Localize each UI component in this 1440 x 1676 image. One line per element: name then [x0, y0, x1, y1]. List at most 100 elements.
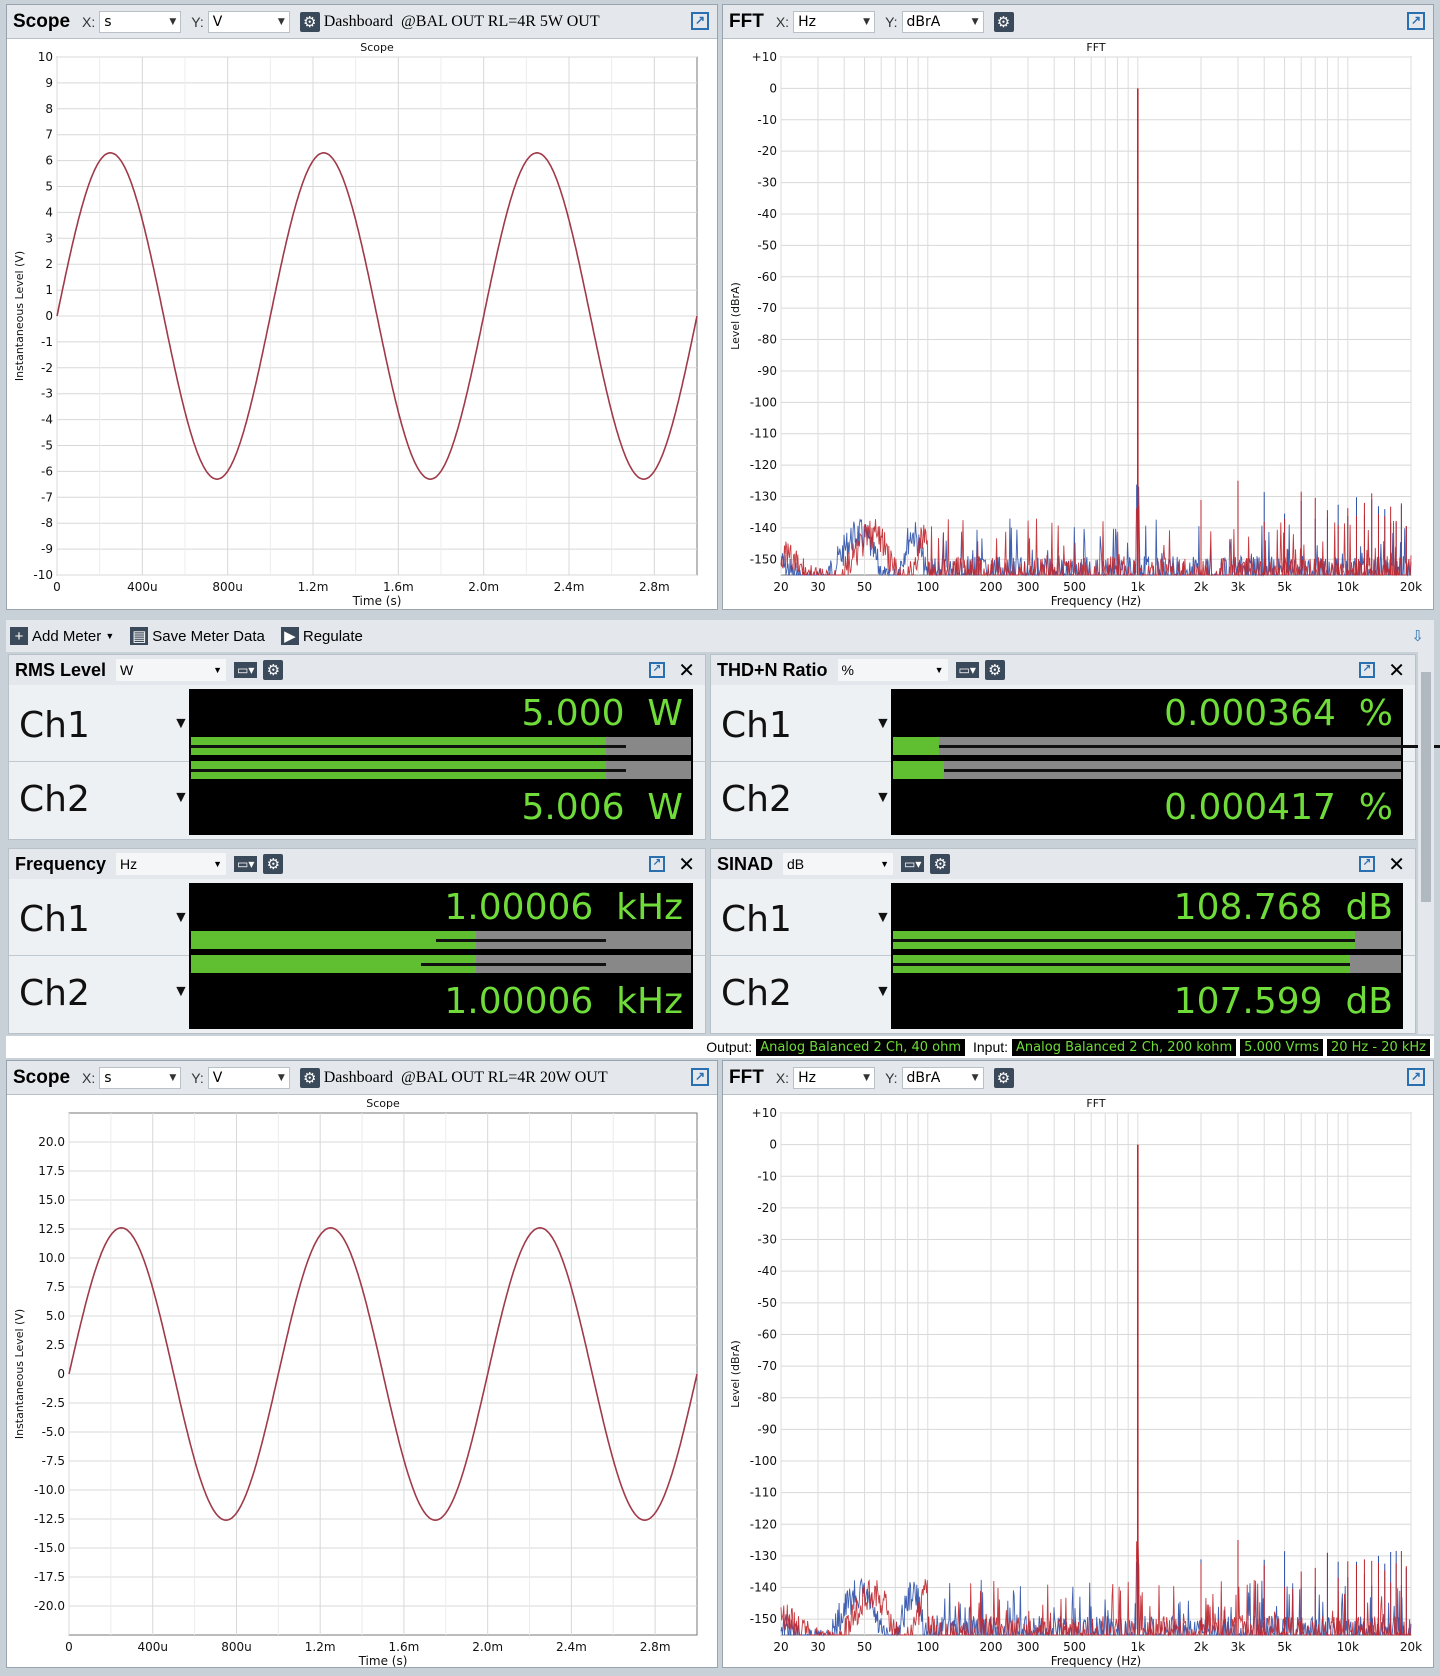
x-unit-select[interactable]: s ▼ [99, 10, 182, 33]
chevron-down-icon[interactable]: ▼ [173, 715, 189, 733]
x-tick-label: 200 [980, 1640, 1003, 1654]
x-tick-label: 20k [1400, 1640, 1422, 1654]
sinad-display: 108.768 dB 107.599 dB [891, 883, 1403, 1029]
x-tick-label: 5k [1277, 1640, 1292, 1654]
chevron-down-icon[interactable]: ▼ [173, 909, 189, 927]
y-unit-select[interactable]: dBrA ▼ [901, 1066, 984, 1089]
popout-icon[interactable]: ↗ [1407, 1068, 1425, 1086]
popout-icon[interactable]: ↗ [691, 12, 709, 30]
gear-icon[interactable]: ⚙ [984, 660, 1005, 680]
gear-icon[interactable]: ⚙ [263, 660, 284, 680]
x-tick-label: 30 [810, 1640, 825, 1654]
chevron-down-icon[interactable]: ▼ [875, 715, 891, 733]
y-tick-label: 4 [45, 205, 53, 219]
y-tick-label: 10.0 [38, 1251, 65, 1265]
chevron-down-icon[interactable]: ▼ [875, 983, 891, 1001]
y-unit-select[interactable]: V ▼ [207, 10, 290, 33]
ch2-label: Ch2 [721, 973, 792, 1014]
popout-icon[interactable]: ↗ [649, 662, 665, 678]
close-icon[interactable]: ✕ [1388, 852, 1405, 877]
graph-icon[interactable]: ▭▾ [234, 662, 258, 678]
graph-icon[interactable]: ▭▾ [234, 856, 258, 872]
chevron-down-icon: ▼ [277, 16, 285, 27]
y-tick-label: 0 [769, 1138, 777, 1152]
y-unit-select[interactable]: V ▼ [207, 1066, 290, 1089]
bar-marker [436, 939, 606, 942]
gear-icon[interactable]: ⚙ [993, 11, 1014, 32]
y-tick-label: -110 [750, 1486, 777, 1500]
unit-select[interactable]: % ▼ [837, 659, 948, 681]
plus-icon: + [10, 627, 28, 645]
chevron-down-icon[interactable]: ▼ [875, 909, 891, 927]
dashboard-label[interactable]: Dashboard [324, 13, 393, 31]
regulate-button[interactable]: ▶ Regulate [280, 627, 363, 645]
add-meter-button[interactable]: + Add Meter ▼ [10, 627, 114, 645]
y-tick-label: -2 [41, 361, 53, 375]
y-tick-label: -1 [41, 335, 53, 349]
ch2-value-text: 1.00006 [444, 981, 594, 1022]
x-tick-label: 20 [773, 1640, 788, 1654]
x-unit-value: s [104, 13, 112, 30]
y-unit-select[interactable]: dBrA ▼ [901, 10, 984, 33]
thd-display: 0.000364 % 0.000417 % [891, 689, 1440, 835]
x-tick-label: 50 [857, 1640, 872, 1654]
gear-icon[interactable]: ⚙ [299, 11, 320, 32]
scope-plot: 20.0 17.5 15.0 12.5 10.0 7.5 5.0 2.5 0 -2.5 -5.0 -7… [13, 1097, 698, 1668]
unit-select[interactable]: dB ▼ [783, 853, 894, 875]
bandwidth-value[interactable]: 20 Hz - 20 kHz [1326, 1038, 1430, 1056]
caption-text: @BAL OUT RL=4R 5W OUT [401, 12, 600, 30]
plot-area [780, 56, 1412, 576]
x-tick-label: 1k [1130, 1640, 1145, 1654]
output-value[interactable]: Analog Balanced 2 Ch, 40 ohm [756, 1038, 965, 1056]
graph-icon[interactable]: ▭▾ [955, 662, 979, 678]
meters-scrollbar[interactable] [1418, 652, 1434, 1034]
chevron-down-icon[interactable]: ▼ [875, 789, 891, 807]
x-tick-label: 0 [53, 580, 61, 594]
x-unit-select[interactable]: Hz ▼ [793, 10, 876, 33]
scrollbar-thumb[interactable] [1421, 672, 1431, 902]
unit-select[interactable]: W ▼ [116, 659, 227, 681]
unit-select[interactable]: Hz ▼ [116, 853, 227, 875]
popout-icon[interactable]: ↗ [649, 856, 665, 872]
x-tick-label: 1.6m [383, 580, 414, 594]
ch2-unit: % [1358, 787, 1393, 828]
gear-icon[interactable]: ⚙ [299, 1067, 320, 1088]
ch2-value: 5.006 W [521, 787, 683, 828]
x-tick-label: 1.6m [389, 1640, 420, 1654]
x-tick-label: 1.2m [305, 1640, 336, 1654]
y-axis-label: Y: [885, 13, 898, 30]
x-unit-select[interactable]: Hz ▼ [793, 1066, 876, 1089]
popout-icon[interactable]: ↗ [691, 1068, 709, 1086]
y-tick-label: -90 [757, 1422, 777, 1436]
level-value[interactable]: 5.000 Vrms [1240, 1038, 1323, 1056]
gear-icon[interactable]: ⚙ [993, 1067, 1014, 1088]
y-tick-label: 20.0 [38, 1135, 65, 1149]
close-icon[interactable]: ✕ [678, 658, 695, 683]
popout-icon[interactable]: ↗ [1407, 12, 1425, 30]
x-unit-select[interactable]: s ▼ [99, 1066, 182, 1089]
x-tick-label: 400u [127, 580, 158, 594]
graph-icon[interactable]: ▭▾ [901, 856, 925, 872]
gear-icon[interactable]: ⚙ [930, 854, 951, 874]
gear-icon[interactable]: ⚙ [263, 854, 284, 874]
popout-icon[interactable]: ↗ [1359, 856, 1375, 872]
rms-level-meter: RMS Level W ▼ ▭▾ ⚙ ↗ ✕ Ch1 ▼ Ch2 ▼ 5.000 … [8, 654, 706, 840]
pin-icon[interactable]: ⇩ [1411, 627, 1424, 645]
close-icon[interactable]: ✕ [1388, 658, 1405, 683]
y-tick-label: -80 [757, 333, 777, 347]
x-tick-label: 1.2m [298, 580, 329, 594]
x-tick-label: 800u [221, 1640, 252, 1654]
dashboard-label[interactable]: Dashboard [324, 1069, 393, 1087]
scope-header: Scope X: s ▼ Y: V ▼ ⚙ Dashboard @BAL OUT R… [7, 5, 717, 39]
chevron-down-icon[interactable]: ▼ [173, 789, 189, 807]
close-icon[interactable]: ✕ [678, 852, 695, 877]
chevron-down-icon: ▼ [863, 1072, 871, 1083]
ch1-value: 0.000364 % [1164, 693, 1393, 734]
chevron-down-icon[interactable]: ▼ [173, 983, 189, 1001]
fft-panel-2: FFT X: Hz ▼ Y: dBrA ▼ ⚙ ↗ +10 0 -10 -20 -30 -40… [722, 1060, 1434, 1668]
popout-icon[interactable]: ↗ [1359, 662, 1375, 678]
input-value[interactable]: Analog Balanced 2 Ch, 200 kohm [1012, 1038, 1237, 1056]
y-tick-label: -30 [757, 176, 777, 190]
save-meter-data-button[interactable]: ▤ Save Meter Data [130, 627, 265, 645]
ch1-bar [893, 931, 1401, 949]
